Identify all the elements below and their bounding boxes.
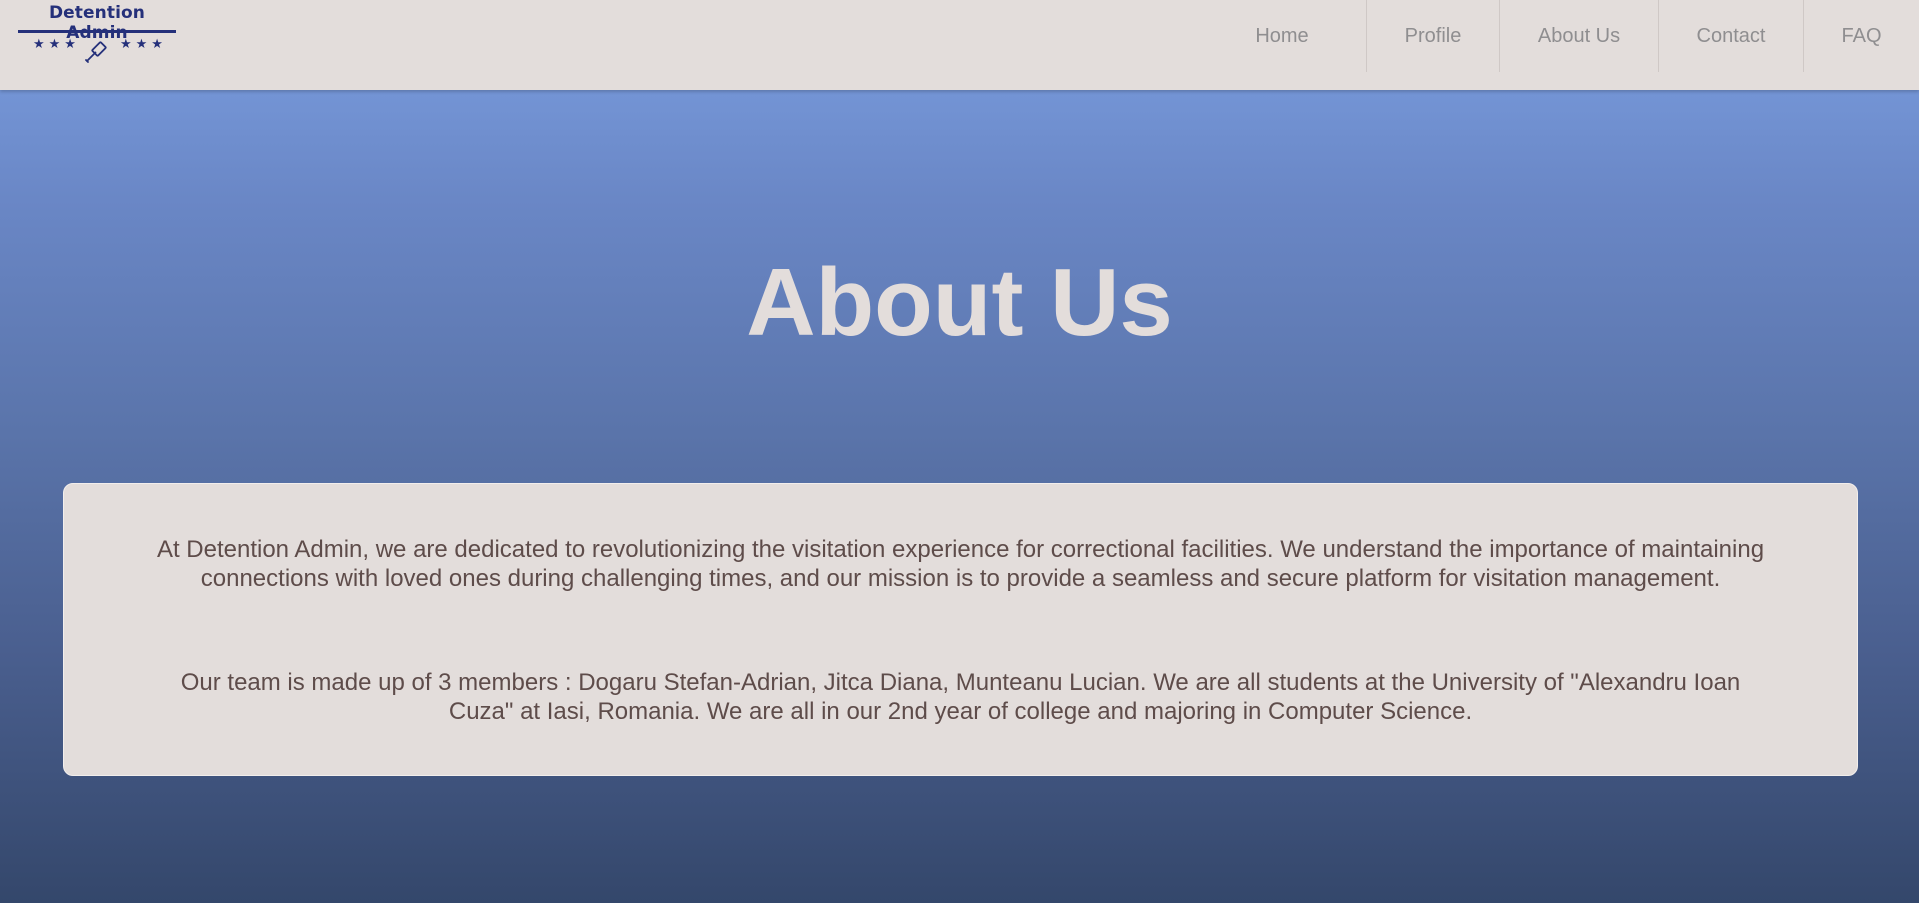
mission-paragraph: At Detention Admin, we are dedicated to …	[156, 536, 1765, 592]
page-title: About Us	[746, 249, 1173, 356]
brand-logo[interactable]: Detention Admin ★★★ ★★★	[18, 3, 176, 67]
gavel-icon	[85, 41, 107, 63]
logo-stars-left: ★★★	[33, 36, 80, 51]
about-card: At Detention Admin, we are dedicated to …	[63, 483, 1858, 776]
logo-stars-right: ★★★	[120, 36, 167, 51]
logo-divider	[18, 30, 176, 33]
top-navbar: Detention Admin ★★★ ★★★ Home Profile Abo…	[0, 0, 1919, 90]
nav-faq[interactable]: FAQ	[1803, 0, 1919, 72]
main-nav: Home Profile About Us Contact FAQ	[1198, 0, 1919, 72]
team-paragraph: Our team is made up of 3 members : Dogar…	[180, 669, 1741, 725]
nav-about-us[interactable]: About Us	[1499, 0, 1658, 72]
nav-contact[interactable]: Contact	[1658, 0, 1803, 72]
nav-home[interactable]: Home	[1198, 0, 1366, 72]
nav-profile[interactable]: Profile	[1366, 0, 1499, 72]
